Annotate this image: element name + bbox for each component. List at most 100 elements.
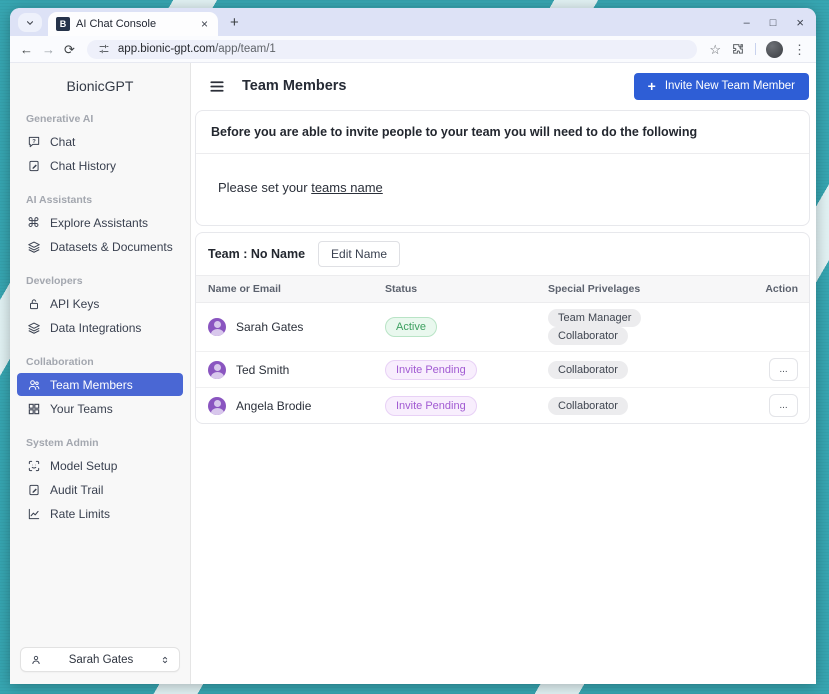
- setup-notice-card: Before you are able to invite people to …: [195, 110, 810, 226]
- privilege-badge: Collaborator: [548, 327, 628, 345]
- status-badge: Invite Pending: [385, 360, 477, 380]
- sidebar-item-model-setup[interactable]: Model Setup: [17, 454, 183, 477]
- grid-icon: [26, 401, 41, 416]
- sidebar-item-label: Audit Trail: [50, 483, 103, 497]
- hamburger-menu-icon[interactable]: [207, 78, 227, 95]
- sidebar-item-label: Datasets & Documents: [50, 240, 173, 254]
- sidebar-item-label: Chat: [50, 135, 75, 149]
- sidebar-item-team-members[interactable]: Team Members: [17, 373, 183, 396]
- page-content: Before you are able to invite people to …: [191, 109, 816, 424]
- column-action: Action: [734, 276, 809, 303]
- svg-text:?: ?: [32, 138, 36, 144]
- member-avatar: [208, 318, 226, 336]
- browser-tab[interactable]: B AI Chat Console ×: [48, 12, 218, 36]
- member-name: Sarah Gates: [236, 320, 303, 334]
- new-tab-button[interactable]: +: [230, 14, 239, 31]
- scan-face-icon: [26, 458, 41, 473]
- privilege-badge: Collaborator: [548, 397, 628, 415]
- tab-title: AI Chat Console: [76, 18, 199, 30]
- row-actions-button[interactable]: ...: [769, 358, 798, 381]
- chat-icon: ?: [26, 134, 41, 149]
- chart-icon: [26, 506, 41, 521]
- browser-window: B AI Chat Console × + – □ × ← → ⟳ app.bi…: [10, 8, 816, 684]
- document-edit-icon: [26, 482, 41, 497]
- browser-tab-strip: B AI Chat Console × + – □ ×: [10, 8, 816, 36]
- user-select-value: Sarah Gates: [42, 654, 160, 666]
- column-status: Status: [373, 276, 536, 303]
- url-domain: app.bionic-gpt.com: [118, 43, 215, 55]
- tab-close-icon[interactable]: ×: [199, 17, 210, 31]
- sidebar-item-label: Your Teams: [50, 402, 113, 416]
- users-icon: [26, 377, 41, 392]
- browser-toolbar: ← → ⟳ app.bionic-gpt.com/app/team/1 ☆ ⋮: [10, 36, 816, 63]
- url-text: app.bionic-gpt.com/app/team/1: [118, 43, 276, 55]
- sidebar-item-datasets-documents[interactable]: Datasets & Documents: [17, 235, 183, 258]
- sidebar-item-chat[interactable]: ? Chat: [17, 130, 183, 153]
- invite-new-team-member-button[interactable]: + Invite New Team Member: [634, 73, 809, 100]
- profile-avatar[interactable]: [766, 41, 783, 58]
- chevron-down-icon: [25, 18, 35, 28]
- minimize-button[interactable]: –: [744, 17, 750, 29]
- member-avatar: [208, 397, 226, 415]
- sidebar-item-label: Model Setup: [50, 459, 117, 473]
- browser-menu-icon[interactable]: ⋮: [793, 43, 806, 56]
- sidebar-item-audit-trail[interactable]: Audit Trail: [17, 478, 183, 501]
- app-brand: BionicGPT: [10, 63, 190, 96]
- select-updown-icon: [160, 654, 170, 666]
- privilege-badge: Team Manager: [548, 309, 641, 327]
- sidebar-item-rate-limits[interactable]: Rate Limits: [17, 502, 183, 525]
- url-bar[interactable]: app.bionic-gpt.com/app/team/1: [87, 40, 697, 59]
- sidebar-section-label: System Admin: [26, 437, 174, 449]
- invite-button-label: Invite New Team Member: [665, 80, 795, 92]
- sidebar-item-explore-assistants[interactable]: ⌘Explore Assistants: [17, 211, 183, 234]
- command-icon: ⌘: [26, 215, 41, 230]
- user-select[interactable]: Sarah Gates: [20, 647, 180, 672]
- page-title: Team Members: [242, 78, 347, 94]
- maximize-button[interactable]: □: [770, 17, 777, 29]
- table-row: Ted SmithInvite PendingCollaborator...: [196, 352, 809, 388]
- team-members-card: Team : No Name Edit Name Name or Email S…: [195, 232, 810, 424]
- layers-icon: [26, 239, 41, 254]
- close-window-button[interactable]: ×: [796, 15, 804, 30]
- sidebar-item-label: Team Members: [50, 378, 133, 392]
- column-name-or-email: Name or Email: [196, 276, 373, 303]
- notice-heading: Before you are able to invite people to …: [196, 111, 809, 154]
- page-header: Team Members + Invite New Team Member: [191, 63, 816, 109]
- member-avatar: [208, 361, 226, 379]
- reload-icon[interactable]: ⟳: [64, 43, 75, 56]
- tab-search-button[interactable]: [18, 13, 42, 32]
- person-icon: [30, 654, 42, 666]
- member-name: Ted Smith: [236, 363, 289, 377]
- edit-name-button[interactable]: Edit Name: [318, 241, 400, 267]
- sidebar-item-chat-history[interactable]: Chat History: [17, 154, 183, 177]
- toolbar-actions: ☆ ⋮: [709, 41, 806, 58]
- column-special-privileges: Special Privelages: [536, 276, 734, 303]
- desktop-background: B AI Chat Console × + – □ × ← → ⟳ app.bi…: [0, 0, 829, 694]
- status-badge: Active: [385, 317, 437, 337]
- sidebar-item-api-keys[interactable]: API Keys: [17, 292, 183, 315]
- table-row: Sarah Gates Active Team ManagerCollaborato…: [196, 303, 809, 352]
- sidebar-section-label: Developers: [26, 275, 174, 287]
- sidebar: BionicGPT Generative AI?ChatChat History…: [10, 63, 191, 684]
- app-root: BionicGPT Generative AI?ChatChat History…: [10, 63, 816, 684]
- bookmark-star-icon[interactable]: ☆: [709, 43, 721, 56]
- forward-icon[interactable]: →: [42, 43, 55, 56]
- sidebar-item-data-integrations[interactable]: Data Integrations: [17, 316, 183, 339]
- layers-icon: [26, 320, 41, 335]
- lock-icon: [26, 296, 41, 311]
- notice-body: Please set your teams name: [196, 154, 809, 225]
- team-name-label: Team : No Name: [208, 247, 305, 261]
- sidebar-item-label: Rate Limits: [50, 507, 110, 521]
- sidebar-item-your-teams[interactable]: Your Teams: [17, 397, 183, 420]
- main-panel: Team Members + Invite New Team Member Be…: [191, 63, 816, 684]
- document-edit-icon: [26, 158, 41, 173]
- sidebar-item-label: API Keys: [50, 297, 99, 311]
- teams-name-link[interactable]: teams name: [311, 180, 383, 195]
- team-card-header: Team : No Name Edit Name: [196, 233, 809, 275]
- sidebar-item-label: Chat History: [50, 159, 116, 173]
- extensions-puzzle-icon[interactable]: [731, 42, 745, 56]
- sidebar-item-label: Data Integrations: [50, 321, 141, 335]
- member-name: Angela Brodie: [236, 399, 311, 413]
- back-icon[interactable]: ←: [20, 43, 33, 56]
- row-actions-button[interactable]: ...: [769, 394, 798, 417]
